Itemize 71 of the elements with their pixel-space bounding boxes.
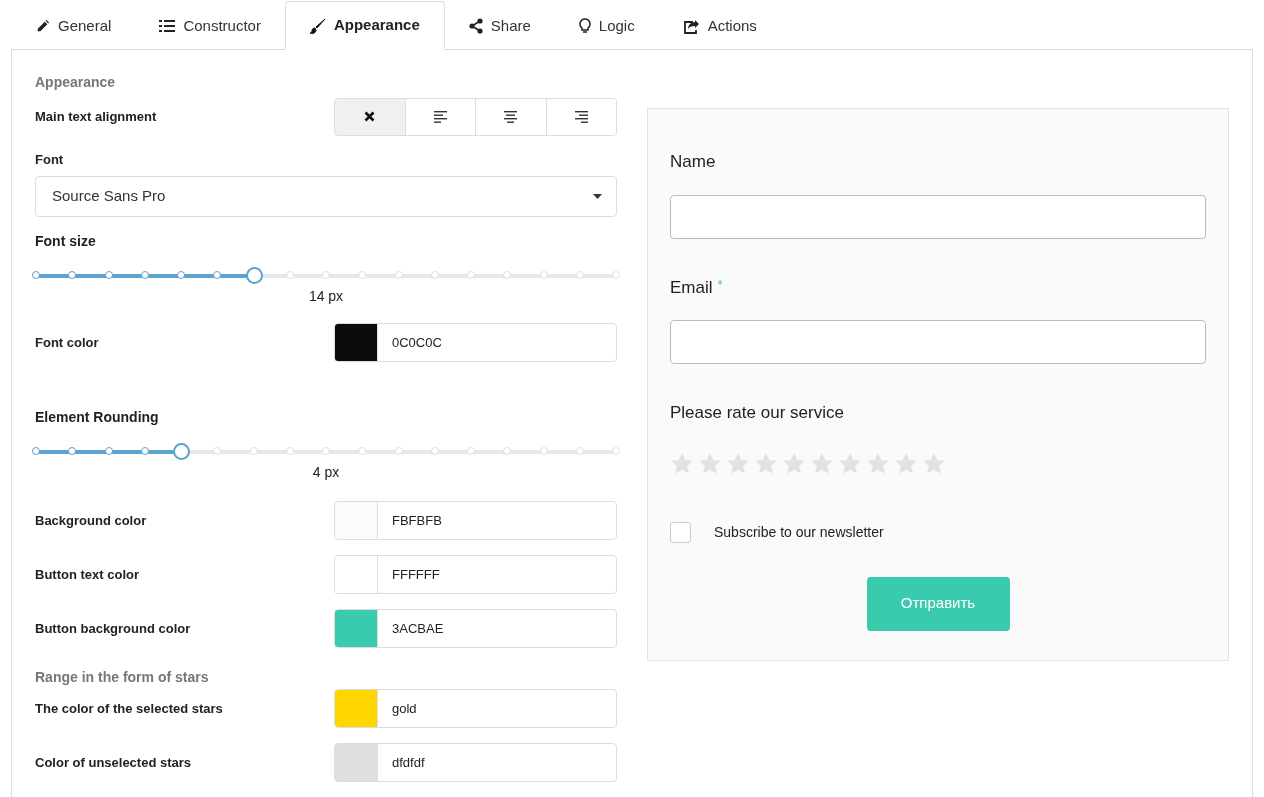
slider-tick (32, 447, 40, 455)
align-left-icon (433, 110, 447, 123)
field-label: Element Rounding (35, 408, 159, 427)
text-input[interactable] (670, 194, 1206, 239)
tab[interactable]: Constructor (135, 3, 285, 49)
slider-tick (68, 271, 77, 279)
color-field[interactable]: FBFBFB (334, 501, 617, 540)
star-icon[interactable] (810, 451, 834, 476)
slider-thumb[interactable] (173, 443, 190, 460)
slider-thumb[interactable] (245, 267, 263, 284)
section-heading: Appearance (35, 74, 116, 90)
field-label: Font color (35, 333, 99, 352)
alignment-button[interactable] (335, 98, 405, 135)
tab[interactable]: Appearance (284, 1, 445, 50)
star-icon[interactable] (698, 451, 722, 476)
font-dropdown[interactable]: Source Sans Pro (35, 176, 617, 217)
checkbox[interactable] (670, 521, 691, 543)
star-icon[interactable] (922, 451, 946, 476)
slider-tick (104, 447, 113, 455)
close-icon (364, 111, 376, 122)
text-input[interactable] (670, 320, 1206, 364)
list-icon (159, 19, 176, 33)
slider-tick (140, 271, 149, 279)
star-icon[interactable] (782, 451, 806, 476)
field-label: Background color (35, 511, 147, 530)
required-mark: * (717, 275, 723, 294)
paintbrush-icon (309, 17, 326, 34)
slider-tick (68, 447, 77, 455)
slider-value: 4 px (312, 463, 340, 482)
checkbox-label: Subscribe to our newsletter (714, 522, 884, 542)
color-field[interactable]: FFFFFF (334, 555, 617, 594)
caret-icon (593, 194, 602, 199)
section-heading: Range in the form of stars (35, 669, 209, 685)
field-label: Name (670, 151, 716, 173)
alignment-button[interactable] (545, 98, 616, 135)
field-label: Font size (35, 232, 96, 251)
tab[interactable]: Share (444, 3, 555, 49)
slider-tick (140, 447, 149, 455)
field-label: Email (670, 276, 713, 299)
star-icon[interactable] (726, 451, 750, 476)
star-icon[interactable] (838, 451, 862, 476)
field-label: Button text color (35, 565, 139, 584)
color-field[interactable]: gold (334, 689, 617, 728)
star-icon[interactable] (894, 451, 918, 476)
star-rating[interactable] (670, 451, 946, 476)
slider-tick (104, 271, 113, 279)
slider-tick (32, 271, 40, 279)
align-right-icon (574, 110, 588, 123)
slider-value: 14 px (308, 287, 344, 306)
share-icon (468, 18, 483, 34)
lightbulb-icon (578, 18, 591, 34)
color-field[interactable]: 0C0C0C (334, 323, 617, 362)
field-label: Color of unselected stars (35, 753, 192, 772)
pencil-icon (36, 19, 50, 33)
star-icon[interactable] (670, 451, 694, 476)
star-icon[interactable] (866, 451, 890, 476)
export-icon (682, 18, 700, 34)
field-label: Main text alignment (35, 107, 157, 126)
slider-tick (177, 271, 185, 279)
color-field[interactable]: 3ACBAE (334, 609, 617, 648)
tab[interactable]: General (12, 3, 136, 49)
field-label: Button background color (35, 619, 191, 638)
field-label: Font (35, 150, 64, 169)
align-center-icon (504, 110, 518, 123)
question-label: Please rate our service (670, 402, 844, 424)
tab[interactable]: Actions (658, 3, 781, 49)
field-label: The color of the selected stars (35, 699, 223, 718)
color-field[interactable]: dfdfdf (334, 743, 617, 782)
tab[interactable]: Logic (554, 3, 659, 49)
slider-tick (213, 271, 222, 279)
star-icon[interactable] (754, 451, 778, 476)
